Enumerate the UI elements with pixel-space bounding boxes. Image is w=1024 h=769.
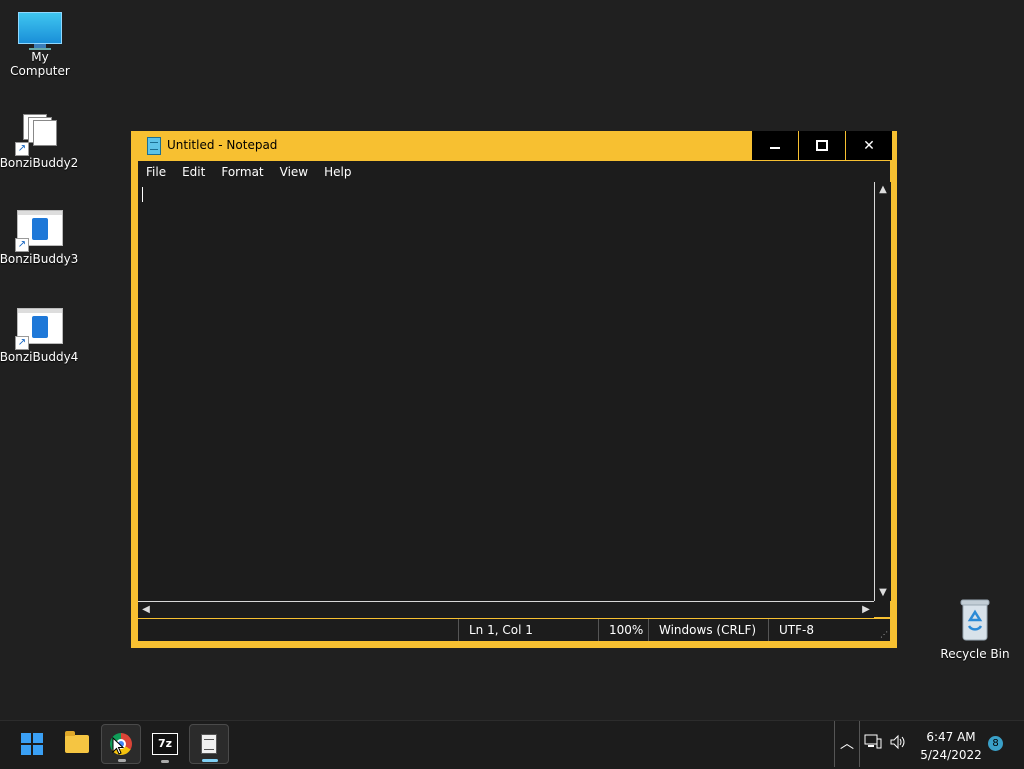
desktop-icon-label: BonziBuddy4	[0, 350, 79, 364]
scroll-up-icon[interactable]: ▲	[875, 182, 891, 198]
status-bar: Ln 1, Col 1 100% Windows (CRLF) UTF-8 ⋰	[138, 619, 890, 641]
menu-format[interactable]: Format	[213, 165, 271, 179]
folder-icon	[65, 731, 89, 753]
status-line-ending: Windows (CRLF)	[648, 619, 768, 641]
recycle-bin-icon	[960, 599, 990, 641]
maximize-icon	[816, 140, 828, 151]
notepad-window[interactable]: Untitled - Notepad ✕ File Edit Format Vi…	[131, 131, 897, 648]
scroll-left-icon[interactable]: ◀	[138, 602, 154, 618]
menu-help[interactable]: Help	[316, 165, 359, 179]
window-title: Untitled - Notepad	[167, 138, 278, 152]
running-indicator	[118, 759, 126, 762]
close-button[interactable]: ✕	[846, 131, 892, 160]
vertical-scrollbar[interactable]: ▲ ▼	[874, 182, 891, 601]
taskbar-7zip[interactable]: 7z	[145, 724, 185, 764]
7zip-icon: 7z	[152, 733, 178, 755]
taskbar-notepad[interactable]	[189, 724, 229, 764]
desktop-icon-label: BonziBuddy3	[0, 252, 79, 266]
status-zoom: 100%	[598, 619, 648, 641]
horizontal-scrollbar[interactable]: ◀ ▶	[138, 601, 874, 618]
bonzibuddy-icon: ↗	[15, 114, 63, 156]
desktop-icon-label: My Computer	[10, 50, 70, 78]
shortcut-arrow-icon: ↗	[15, 336, 29, 350]
network-icon[interactable]	[864, 734, 882, 754]
taskbar-file-explorer[interactable]	[57, 724, 97, 764]
title-bar[interactable]: Untitled - Notepad ✕	[131, 131, 897, 160]
desktop-icon-bonzibuddy4[interactable]: ↗ BonziBuddy4	[0, 308, 79, 364]
resize-grip-icon[interactable]: ⋰	[880, 631, 888, 639]
show-hidden-icons-button[interactable]: ︿	[834, 721, 860, 767]
computer-icon	[18, 12, 62, 50]
menu-bar: File Edit Format View Help	[138, 161, 890, 182]
bonzibuddy-icon: ↗	[15, 308, 63, 350]
mouse-cursor-icon	[112, 737, 124, 755]
minimize-button[interactable]	[752, 131, 798, 160]
start-button[interactable]	[12, 724, 52, 764]
notepad-app-icon	[147, 137, 161, 155]
status-position: Ln 1, Col 1	[458, 619, 598, 641]
menu-edit[interactable]: Edit	[174, 165, 213, 179]
running-indicator	[161, 760, 169, 763]
menu-view[interactable]: View	[272, 165, 316, 179]
menu-file[interactable]: File	[138, 165, 174, 179]
scroll-down-icon[interactable]: ▼	[875, 585, 891, 601]
volume-icon[interactable]	[889, 734, 907, 754]
chevron-up-icon: ︿	[840, 736, 854, 752]
maximize-button[interactable]	[799, 131, 845, 160]
minimize-icon	[770, 146, 780, 149]
desktop-icon-recycle-bin[interactable]: Recycle Bin	[935, 598, 1015, 661]
taskbar-clock[interactable]: 6:47 AM 5/24/2022	[916, 728, 986, 764]
desktop-icon-bonzibuddy3[interactable]: ↗ BonziBuddy3	[0, 210, 79, 266]
clock-date: 5/24/2022	[920, 748, 982, 762]
shortcut-arrow-icon: ↗	[15, 238, 29, 252]
scrollbar-corner	[874, 601, 890, 617]
desktop-icon-my-computer[interactable]: My Computer	[0, 12, 80, 78]
status-encoding: UTF-8	[768, 619, 878, 641]
text-editor[interactable]	[138, 182, 874, 601]
notepad-icon	[201, 734, 217, 754]
desktop-icon-label: BonziBuddy2	[0, 156, 79, 170]
shortcut-arrow-icon: ↗	[15, 142, 29, 156]
desktop-icon-label: Recycle Bin	[940, 647, 1010, 661]
notification-badge[interactable]: 8	[988, 736, 1003, 751]
windows-logo-icon	[21, 733, 43, 755]
active-indicator	[202, 759, 218, 762]
close-icon: ✕	[863, 137, 875, 154]
clock-time: 6:47 AM	[926, 730, 976, 744]
text-caret	[142, 187, 143, 202]
bonzibuddy-icon: ↗	[15, 210, 63, 252]
scroll-right-icon[interactable]: ▶	[858, 602, 874, 618]
desktop-icon-bonzibuddy2[interactable]: ↗ BonziBuddy2	[0, 114, 79, 170]
